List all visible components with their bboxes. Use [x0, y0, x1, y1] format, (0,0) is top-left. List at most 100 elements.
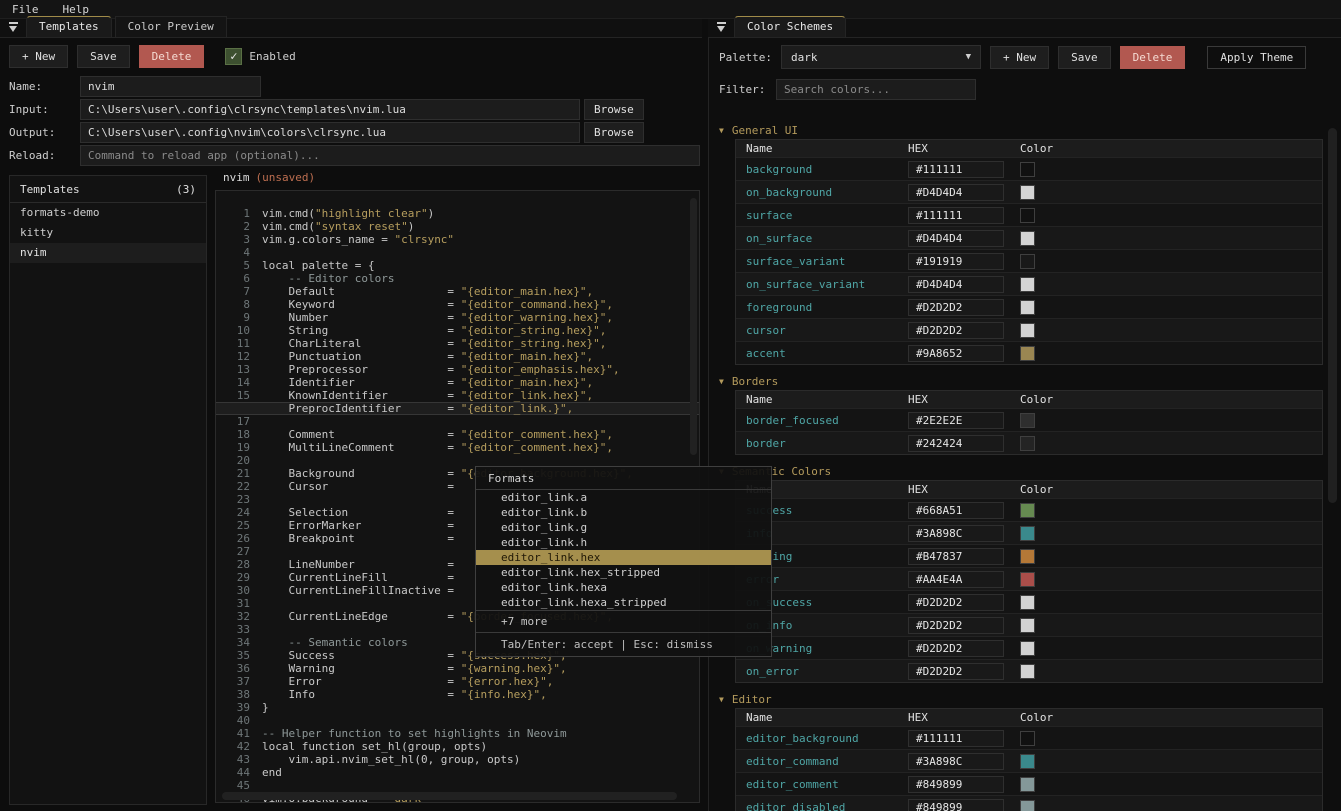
autocomplete-item[interactable]: editor_link.g — [476, 520, 771, 535]
color-swatch[interactable] — [1020, 572, 1035, 587]
color-row[interactable]: success#668A51 — [736, 498, 1322, 521]
hex-value-input[interactable]: #D4D4D4 — [908, 230, 1004, 247]
code-line[interactable]: 38 Info = "{info.hex}", — [216, 688, 699, 701]
color-swatch[interactable] — [1020, 503, 1035, 518]
autocomplete-item[interactable]: editor_link.a — [476, 490, 771, 505]
color-row[interactable]: on_error#D2D2D2 — [736, 659, 1322, 682]
hex-value-input[interactable]: #849899 — [908, 799, 1004, 811]
editor-horizontal-scrollbar[interactable] — [222, 792, 677, 800]
color-row[interactable]: info#3A898C — [736, 521, 1322, 544]
hex-value-input[interactable]: #3A898C — [908, 525, 1004, 542]
collapse-panel-icon[interactable] — [8, 22, 19, 33]
color-row[interactable]: border_focused#2E2E2E — [736, 408, 1322, 431]
delete-template-button[interactable]: Delete — [139, 45, 205, 68]
color-swatch[interactable] — [1020, 664, 1035, 679]
color-row[interactable]: on_info#D2D2D2 — [736, 613, 1322, 636]
right-pane-scrollbar[interactable] — [1328, 128, 1337, 503]
code-line[interactable]: 11 CharLiteral = "{editor_string.hex}", — [216, 337, 699, 350]
section-collapse-icon[interactable]: ▼ — [719, 695, 724, 704]
autocomplete-item[interactable]: editor_link.hex — [476, 550, 771, 565]
color-swatch[interactable] — [1020, 208, 1035, 223]
tab-color-schemes[interactable]: Color Schemes — [734, 16, 846, 37]
code-line[interactable]: 13 Preprocessor = "{editor_emphasis.hex}… — [216, 363, 699, 376]
color-swatch[interactable] — [1020, 641, 1035, 656]
section-header[interactable]: ▼Borders — [719, 373, 1329, 389]
code-line[interactable]: 7 Default = "{editor_main.hex}", — [216, 285, 699, 298]
section-header[interactable]: ▼Editor — [719, 691, 1329, 707]
code-line[interactable]: 2vim.cmd("syntax reset") — [216, 220, 699, 233]
color-swatch[interactable] — [1020, 346, 1035, 361]
code-line[interactable]: 37 Error = "{error.hex}", — [216, 675, 699, 688]
autocomplete-item[interactable]: editor_link.b — [476, 505, 771, 520]
autocomplete-item[interactable]: editor_link.h — [476, 535, 771, 550]
hex-value-input[interactable]: #111111 — [908, 161, 1004, 178]
color-swatch[interactable] — [1020, 549, 1035, 564]
reload-command-input[interactable] — [80, 145, 700, 166]
section-header[interactable]: ▼General UI — [719, 122, 1329, 138]
color-swatch[interactable] — [1020, 231, 1035, 246]
color-row[interactable]: editor_disabled#849899 — [736, 795, 1322, 811]
code-line[interactable]: 8 Keyword = "{editor_command.hex}", — [216, 298, 699, 311]
color-swatch[interactable] — [1020, 436, 1035, 451]
code-line[interactable]: 3vim.g.colors_name = "clrsync" — [216, 233, 699, 246]
input-path-input[interactable] — [80, 99, 580, 120]
code-line[interactable]: 40 — [216, 714, 699, 727]
color-swatch[interactable] — [1020, 526, 1035, 541]
code-line[interactable]: 6 -- Editor colors — [216, 272, 699, 285]
output-path-input[interactable] — [80, 122, 580, 143]
code-line[interactable]: 4 — [216, 246, 699, 259]
template-list-item[interactable]: kitty — [10, 223, 206, 243]
save-template-button[interactable]: Save — [77, 45, 130, 68]
color-swatch[interactable] — [1020, 277, 1035, 292]
hex-value-input[interactable]: #111111 — [908, 207, 1004, 224]
hex-value-input[interactable]: #D2D2D2 — [908, 299, 1004, 316]
color-swatch[interactable] — [1020, 754, 1035, 769]
code-line[interactable]: 18 Comment = "{editor_comment.hex}", — [216, 428, 699, 441]
template-list-item[interactable]: nvim — [10, 243, 206, 263]
hex-value-input[interactable]: #B47837 — [908, 548, 1004, 565]
color-row[interactable]: background#111111 — [736, 157, 1322, 180]
code-line[interactable]: 19 MultiLineComment = "{editor_comment.h… — [216, 441, 699, 454]
output-browse-button[interactable]: Browse — [584, 122, 644, 143]
color-search-input[interactable] — [776, 79, 976, 100]
hex-value-input[interactable]: #D2D2D2 — [908, 663, 1004, 680]
color-swatch[interactable] — [1020, 618, 1035, 633]
code-line[interactable]: 41-- Helper function to set highlights i… — [216, 727, 699, 740]
section-collapse-icon[interactable]: ▼ — [719, 126, 724, 135]
code-line[interactable]: 44end — [216, 766, 699, 779]
code-line[interactable]: 42local function set_hl(group, opts) — [216, 740, 699, 753]
autocomplete-item[interactable]: editor_link.hexa — [476, 580, 771, 595]
hex-value-input[interactable]: #2E2E2E — [908, 412, 1004, 429]
color-row[interactable]: editor_comment#849899 — [736, 772, 1322, 795]
enabled-checkbox[interactable]: ✓ — [225, 48, 242, 65]
tab-templates[interactable]: Templates — [26, 16, 112, 37]
color-row[interactable]: warning#B47837 — [736, 544, 1322, 567]
hex-value-input[interactable]: #3A898C — [908, 753, 1004, 770]
hex-value-input[interactable]: #849899 — [908, 776, 1004, 793]
code-line[interactable]: 39} — [216, 701, 699, 714]
autocomplete-item[interactable]: editor_link.hexa_stripped — [476, 595, 771, 610]
color-row[interactable]: on_warning#D2D2D2 — [736, 636, 1322, 659]
color-swatch[interactable] — [1020, 185, 1035, 200]
autocomplete-more[interactable]: +7 more — [476, 610, 771, 632]
hex-value-input[interactable]: #D2D2D2 — [908, 322, 1004, 339]
save-palette-button[interactable]: Save — [1058, 46, 1111, 69]
color-row[interactable]: editor_command#3A898C — [736, 749, 1322, 772]
menu-help[interactable]: Help — [51, 3, 102, 16]
name-input[interactable] — [80, 76, 261, 97]
code-line[interactable]: 1vim.cmd("highlight clear") — [216, 207, 699, 220]
color-row[interactable]: surface#111111 — [736, 203, 1322, 226]
color-row[interactable]: error#AA4E4A — [736, 567, 1322, 590]
hex-value-input[interactable]: #242424 — [908, 435, 1004, 452]
code-line[interactable]: 36 Warning = "{warning.hex}", — [216, 662, 699, 675]
new-palette-button[interactable]: + New — [990, 46, 1049, 69]
color-swatch[interactable] — [1020, 254, 1035, 269]
hex-value-input[interactable]: #191919 — [908, 253, 1004, 270]
color-row[interactable]: on_success#D2D2D2 — [736, 590, 1322, 613]
code-line[interactable]: 45 — [216, 779, 699, 792]
color-swatch[interactable] — [1020, 777, 1035, 792]
collapse-panel-icon-right[interactable] — [716, 22, 727, 33]
template-list-item[interactable]: formats-demo — [10, 203, 206, 223]
autocomplete-item[interactable]: editor_link.hex_stripped — [476, 565, 771, 580]
color-row[interactable]: surface_variant#191919 — [736, 249, 1322, 272]
